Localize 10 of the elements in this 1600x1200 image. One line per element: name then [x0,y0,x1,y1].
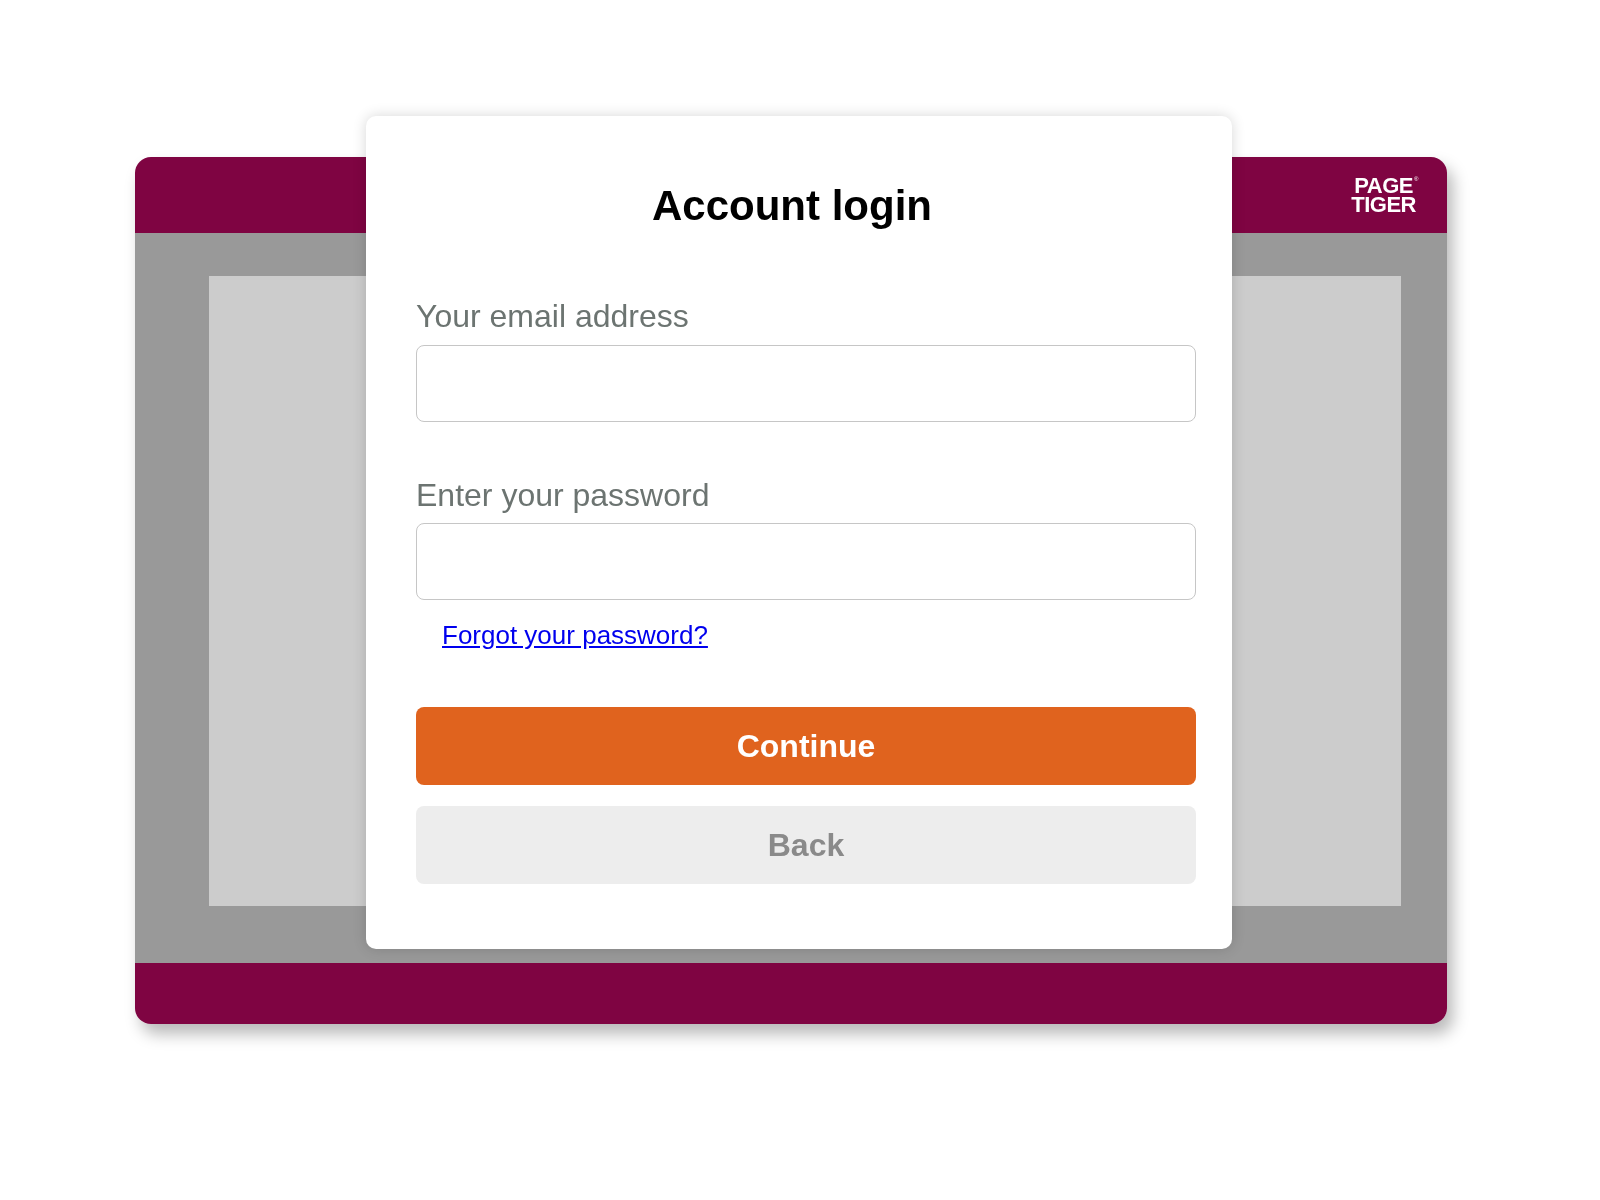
forgot-password-link[interactable]: Forgot your password? [442,619,708,651]
field-label: Your email address [416,297,689,336]
field-label: Enter your password [416,476,710,515]
logo-text: PAGE [1354,176,1413,195]
continue-button[interactable]: Continue [416,707,1196,785]
back-button[interactable]: Back [416,806,1196,884]
input-field[interactable] [416,345,1196,422]
logo-text: TIGER [1351,195,1416,214]
dialog-title: Account login [652,181,932,231]
input-field[interactable] [416,523,1196,600]
